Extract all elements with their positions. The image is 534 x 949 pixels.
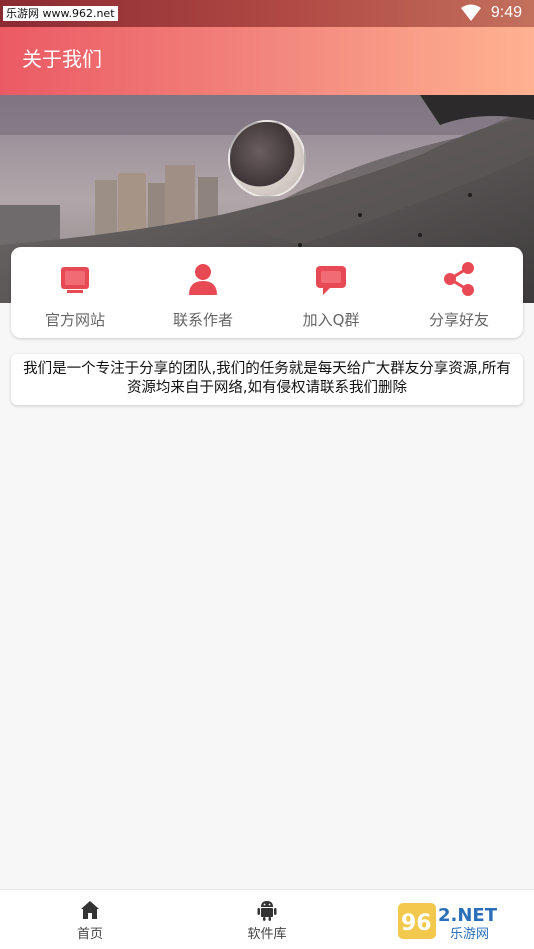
svg-text:2.NET: 2.NET [438, 905, 498, 926]
svg-text:乐游网: 乐游网 [450, 927, 489, 942]
watermark-label: 乐游网 www.962.net [3, 6, 118, 21]
nav-software-label: 软件库 [247, 927, 287, 942]
action-share[interactable]: 分享好友 [395, 247, 523, 338]
action-share-label: 分享好友 [428, 311, 489, 329]
action-join-group[interactable]: 加入Q群 [267, 247, 395, 338]
nav-software-library[interactable]: 软件库 [207, 890, 327, 949]
action-contact-label: 联系作者 [172, 311, 233, 329]
join-group-icon [316, 266, 346, 295]
action-join-group-label: 加入Q群 [302, 311, 360, 329]
about-text: 我们是一个专注于分享的团队,我们的任务就是每天给广大群友分享资源,所有资源均来自… [23, 361, 511, 396]
nav-home-label: 首页 [76, 927, 103, 942]
status-time: 9:49 [490, 4, 522, 21]
action-website-label: 官方网站 [44, 311, 105, 329]
action-card: 官方网站 联系作者 加入Q群 分享好友 [11, 247, 523, 338]
action-contact-author[interactable]: 联系作者 [139, 247, 267, 338]
page-title: 关于我们 [22, 47, 102, 71]
status-bar: 乐游网 www.962.net 9:49 [0, 0, 534, 27]
android-icon [257, 901, 277, 921]
home-icon [81, 901, 99, 919]
avatar[interactable] [228, 120, 306, 198]
nav-home[interactable]: 首页 [30, 890, 150, 949]
website-icon [61, 267, 89, 293]
share-icon [444, 262, 474, 296]
contact-author-icon [189, 264, 217, 295]
wifi-icon [460, 4, 481, 21]
about-card: 我们是一个专注于分享的团队,我们的任务就是每天给广大群友分享资源,所有资源均来自… [11, 354, 523, 405]
corner-watermark-logo: 96 2.NET 乐游网 [394, 899, 530, 943]
svg-text:96: 96 [401, 911, 432, 936]
app-bar: 关于我们 [0, 27, 534, 95]
action-website[interactable]: 官方网站 [11, 247, 139, 338]
